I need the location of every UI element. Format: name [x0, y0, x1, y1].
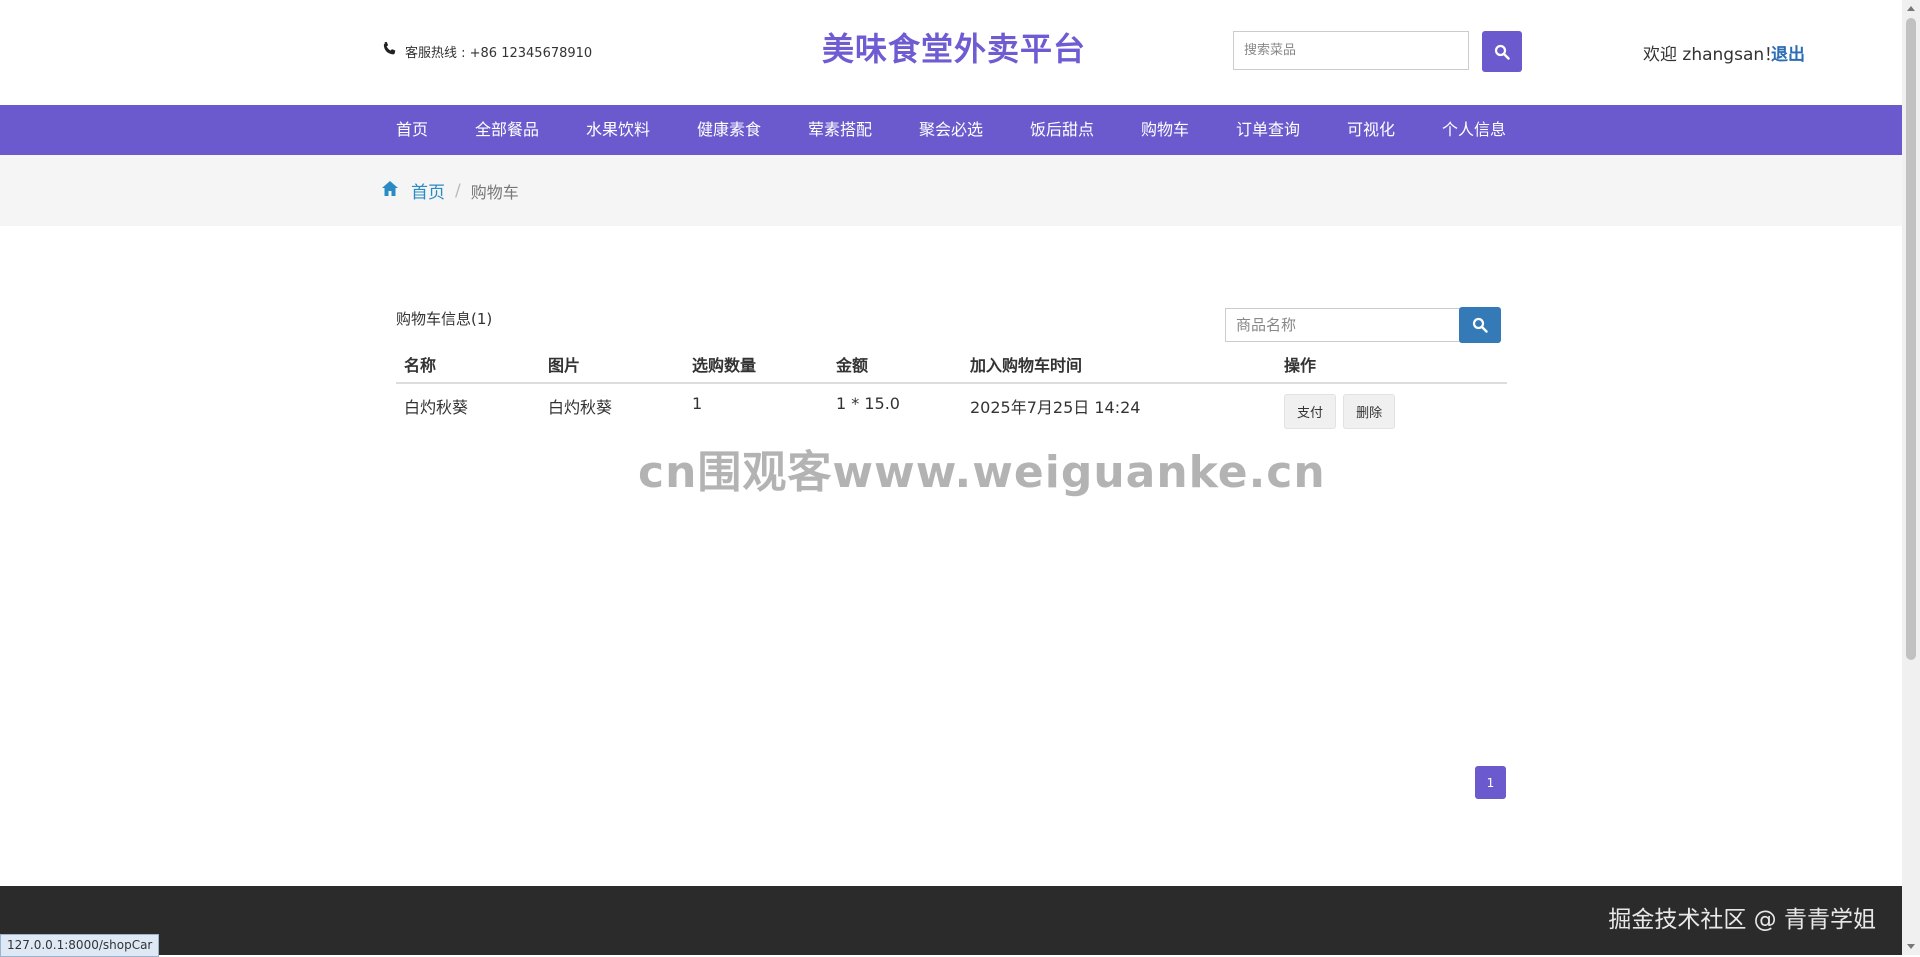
search-icon — [1494, 44, 1510, 60]
breadcrumb-separator: / — [455, 180, 461, 201]
status-bar-url: 127.0.0.1:8000/shopCar — [0, 934, 160, 957]
pagination-page-1[interactable]: 1 — [1475, 766, 1506, 799]
column-header-actions: 操作 — [1276, 346, 1507, 384]
breadcrumb-current: 购物车 — [470, 182, 519, 202]
watermark: cn围观客www.weiguanke.cn — [638, 447, 1326, 498]
breadcrumb: 首页 / 购物车 — [381, 178, 519, 203]
product-name-filter[interactable] — [1225, 308, 1460, 342]
pay-button[interactable]: 支付 — [1284, 394, 1337, 429]
nav-item-party[interactable]: 聚会必选 — [919, 105, 983, 155]
footer: 掘金技术社区 @ 青青学姐 — [0, 886, 1902, 955]
nav-item-visualization[interactable]: 可视化 — [1347, 105, 1395, 155]
breadcrumb-band: 首页 / 购物车 — [0, 155, 1902, 226]
search-input[interactable] — [1233, 31, 1469, 70]
column-header-name: 名称 — [396, 346, 540, 384]
breadcrumb-home[interactable]: 首页 — [411, 178, 445, 203]
nav-item-all-dishes[interactable]: 全部餐品 — [475, 105, 539, 155]
nav-item-cart[interactable]: 购物车 — [1141, 105, 1189, 155]
nav-item-home[interactable]: 首页 — [396, 105, 428, 155]
phone-icon — [381, 41, 397, 61]
search-icon — [1472, 317, 1488, 333]
nav-item-mixed[interactable]: 荤素搭配 — [808, 105, 872, 155]
nav-item-orders[interactable]: 订单查询 — [1236, 105, 1300, 155]
cart-table: 名称 图片 选购数量 金额 加入购物车时间 操作 白灼秋葵 白灼秋葵 1 1 *… — [396, 346, 1507, 446]
cart-title: 购物车信息(1) — [396, 310, 493, 328]
column-header-image: 图片 — [540, 346, 684, 384]
welcome-text: 欢迎 zhangsan！ — [1643, 45, 1782, 65]
table-header-row: 名称 图片 选购数量 金额 加入购物车时间 操作 — [396, 346, 1507, 384]
vertical-scrollbar[interactable] — [1902, 0, 1920, 955]
column-header-added-time: 加入购物车时间 — [962, 346, 1276, 384]
site-title: 美味食堂外卖平台 — [822, 30, 1087, 68]
hotline-text: 客服热线 : +86 12345678910 — [405, 45, 593, 61]
nav-item-profile[interactable]: 个人信息 — [1442, 105, 1506, 155]
scrollbar-thumb[interactable] — [1906, 18, 1916, 660]
main-nav: 首页 全部餐品 水果饮料 健康素食 荤素搭配 聚会必选 饭后甜点 购物车 订单查… — [0, 105, 1902, 155]
header: 客服热线 : +86 12345678910 美味食堂外卖平台 欢迎 zhang… — [0, 0, 1902, 105]
footer-credit: 掘金技术社区 @ 青青学姐 — [1608, 907, 1876, 933]
cell-name: 白灼秋葵 — [404, 398, 469, 417]
filter-search-button[interactable] — [1459, 307, 1501, 343]
nav-item-desserts[interactable]: 饭后甜点 — [1030, 105, 1094, 155]
column-header-amount: 金额 — [828, 346, 962, 384]
scroll-up-arrow-icon[interactable] — [1907, 6, 1915, 11]
home-icon[interactable] — [381, 180, 399, 202]
search-button[interactable] — [1482, 31, 1522, 72]
hotline: 客服热线 : +86 12345678910 — [381, 41, 592, 61]
nav-item-fruit-drinks[interactable]: 水果饮料 — [586, 105, 650, 155]
delete-button[interactable]: 删除 — [1343, 394, 1396, 429]
logout-link[interactable]: 退出 — [1771, 40, 1805, 65]
nav-item-vegetarian[interactable]: 健康素食 — [697, 105, 761, 155]
column-header-quantity: 选购数量 — [684, 346, 828, 384]
scroll-down-arrow-icon[interactable] — [1907, 944, 1915, 949]
